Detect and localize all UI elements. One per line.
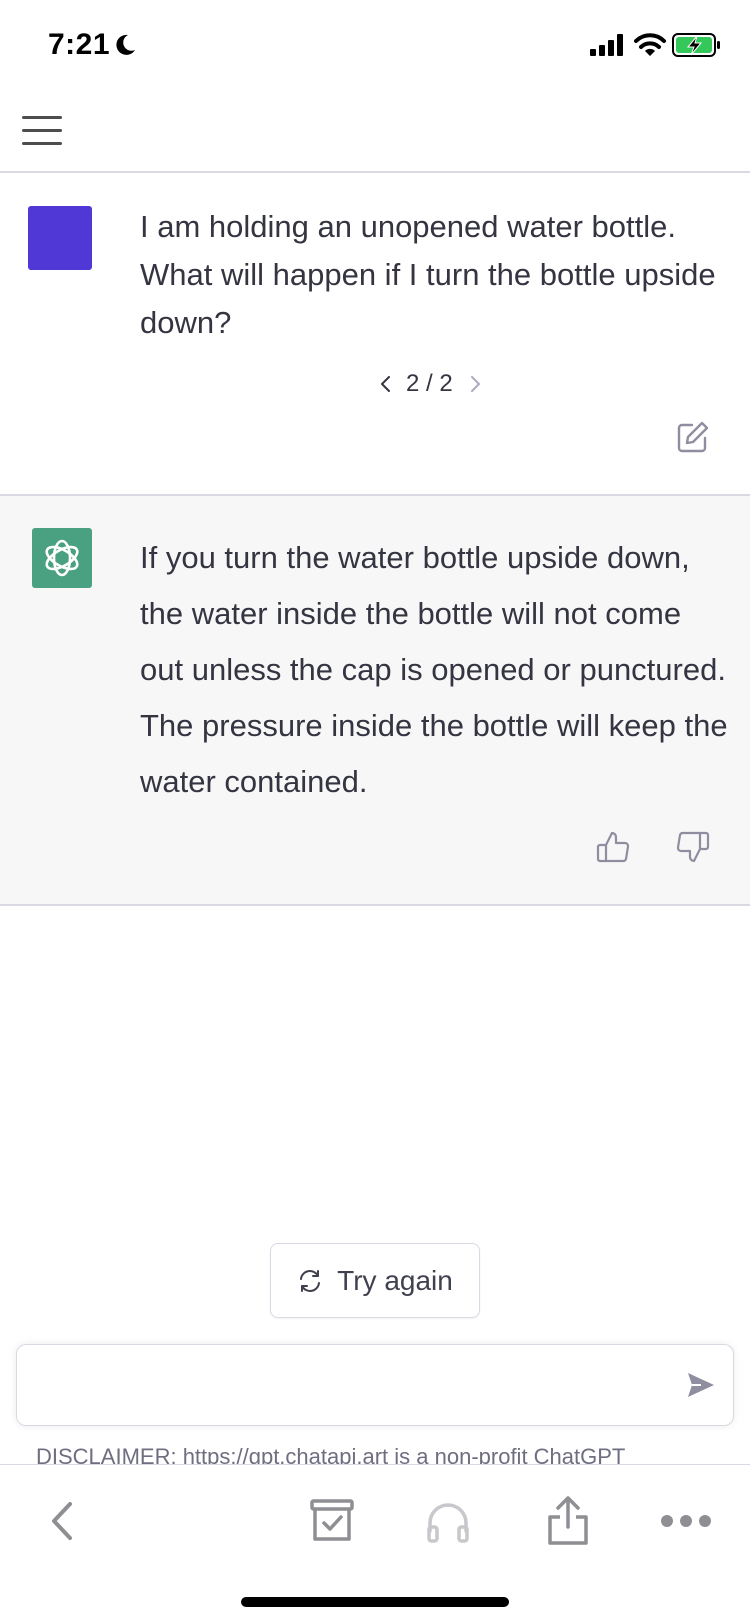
hamburger-menu-icon[interactable]	[22, 112, 66, 152]
headphones-icon[interactable]	[420, 1493, 476, 1549]
status-bar: 7:21	[0, 0, 750, 90]
battery-charging-icon	[672, 33, 720, 57]
assistant-message: If you turn the water bottle upside down…	[0, 496, 750, 906]
edit-icon[interactable]	[676, 420, 710, 454]
wifi-icon	[634, 33, 666, 56]
user-message-text: I am holding an unopened water bottle. W…	[140, 209, 716, 340]
refresh-icon	[300, 1269, 321, 1292]
message-composer	[16, 1344, 734, 1426]
send-icon[interactable]	[685, 1369, 717, 1401]
thumbs-up-icon[interactable]	[596, 830, 630, 864]
assistant-message-text: If you turn the water bottle upside down…	[140, 540, 728, 799]
user-avatar	[28, 206, 92, 270]
chevron-right-icon[interactable]	[467, 374, 483, 394]
thumbs-down-icon[interactable]	[676, 830, 710, 864]
cellular-signal-icon	[590, 34, 623, 56]
disclaimer-text: DISCLAIMER: https://gpt.chatapi.art is a…	[36, 1444, 626, 1464]
share-icon[interactable]	[540, 1493, 596, 1549]
moon-icon	[116, 34, 135, 55]
back-icon[interactable]	[34, 1493, 90, 1549]
try-again-button[interactable]: Try again	[270, 1243, 480, 1318]
chevron-left-icon[interactable]	[378, 374, 394, 394]
user-message: I am holding an unopened water bottle. W…	[0, 173, 750, 496]
home-indicator	[241, 1597, 509, 1607]
pager-label: 2 / 2	[406, 370, 453, 397]
openai-logo-icon	[32, 528, 92, 588]
browser-toolbar	[0, 1464, 750, 1624]
try-again-label: Try again	[337, 1264, 453, 1296]
archive-icon[interactable]	[304, 1493, 360, 1549]
app-header	[0, 90, 750, 173]
response-pager: 2 / 2	[378, 368, 483, 400]
status-time: 7:21	[48, 28, 111, 61]
message-input[interactable]	[35, 1363, 655, 1407]
more-icon[interactable]	[658, 1493, 714, 1549]
disclaimer-container: DISCLAIMER: https://gpt.chatapi.art is a…	[0, 1440, 750, 1464]
